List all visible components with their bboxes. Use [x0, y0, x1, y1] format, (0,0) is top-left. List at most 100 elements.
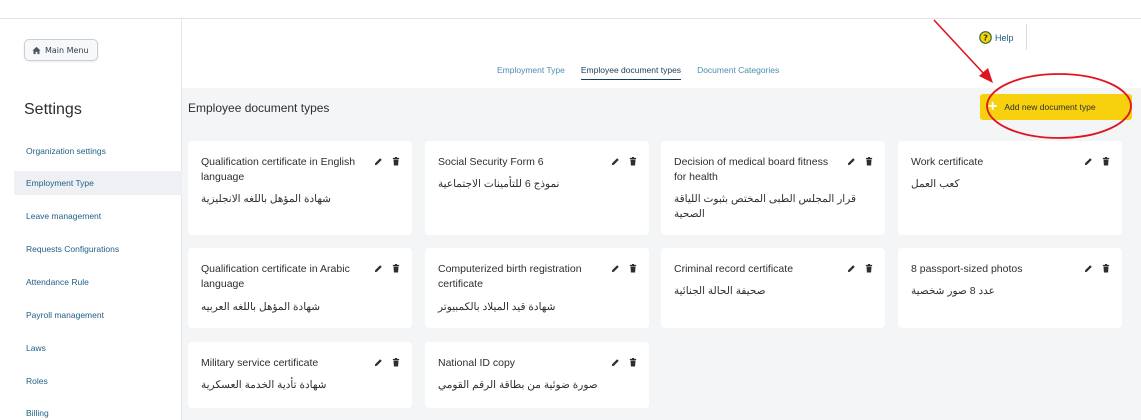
pencil-icon[interactable]: [611, 358, 620, 367]
help-link[interactable]: ? Help: [979, 31, 1014, 44]
trash-icon[interactable]: [392, 157, 400, 166]
pencil-icon[interactable]: [374, 157, 383, 166]
card-actions: [847, 264, 873, 273]
sidebar-item-label: Laws: [26, 343, 46, 353]
trash-icon[interactable]: [392, 264, 400, 273]
trash-icon[interactable]: [629, 264, 637, 273]
card-title-en: Qualification certificate in English lan…: [201, 156, 356, 183]
main-menu-button[interactable]: Main Menu: [24, 39, 98, 61]
app-root: Main Menu Settings Organization settings…: [0, 0, 1141, 420]
card-title-ar: عدد 8 صور شخصية: [911, 285, 995, 297]
header-divider: [1026, 24, 1027, 50]
svg-text:?: ?: [983, 33, 988, 43]
help-icon: ?: [979, 31, 992, 44]
card-title-ar: نموذج 6 للتأمينات الاجتماعية: [438, 178, 560, 190]
card-actions: [611, 264, 637, 273]
card-title-ar: شهادة المؤهل باللغه الانجليزية: [201, 193, 331, 205]
document-type-card: Work certificate كعب العمل: [898, 141, 1122, 235]
annotation-arrowhead: [979, 68, 993, 83]
sidebar-item-billing[interactable]: Billing: [14, 401, 182, 420]
sidebar-item-laws[interactable]: Laws: [14, 336, 182, 360]
card-title-ar: صورة ضوئية من بطاقة الرقم القومي: [438, 379, 598, 391]
pencil-icon[interactable]: [374, 264, 383, 273]
sidebar-item-label: Organization settings: [26, 146, 106, 156]
document-type-card: Qualification certificate in English lan…: [188, 141, 412, 235]
pencil-icon[interactable]: [847, 157, 856, 166]
add-button-label: Add new document type: [1004, 102, 1096, 112]
plus-icon: +: [988, 98, 998, 115]
card-title-ar: قرار المجلس الطبى المختص بثبوت اللياقة ا…: [674, 193, 857, 220]
card-title-en: Computerized birth registration certific…: [438, 263, 582, 290]
page-title: Employee document types: [188, 101, 330, 115]
pencil-icon[interactable]: [847, 264, 856, 273]
card-title-ar: شهادة قيد الميلاد بالكمبيوتر: [438, 301, 556, 313]
sidebar-item-label: Attendance Rule: [26, 277, 89, 287]
sidebar-item-label: Billing: [26, 408, 49, 418]
card-title-en: Decision of medical board fitness for he…: [674, 156, 829, 183]
sidebar-item-employment-type[interactable]: Employment Type: [14, 171, 182, 195]
pencil-icon[interactable]: [1084, 264, 1093, 273]
main-content: Employee document types + Add new docume…: [182, 88, 1141, 420]
card-actions: [1084, 264, 1110, 273]
trash-icon[interactable]: [1102, 157, 1110, 166]
document-type-card: Computerized birth registration certific…: [425, 248, 649, 328]
sidebar: Main Menu Settings Organization settings…: [0, 19, 182, 420]
settings-title: Settings: [24, 101, 82, 118]
card-title-ar: كعب العمل: [911, 178, 960, 190]
home-icon: [32, 46, 41, 54]
add-document-type-button[interactable]: + Add new document type: [980, 94, 1132, 120]
trash-icon[interactable]: [865, 157, 873, 166]
document-type-card: Military service certificate شهادة تأدية…: [188, 342, 412, 408]
tab-employee-document-types[interactable]: Employee document types: [580, 65, 682, 80]
card-title-en: 8 passport-sized photos: [911, 263, 1023, 275]
card-title-en: Social Security Form 6: [438, 156, 544, 168]
help-label: Help: [995, 32, 1014, 43]
trash-icon[interactable]: [629, 358, 637, 367]
sidebar-item-leave-management[interactable]: Leave management: [14, 204, 182, 228]
sidebar-item-organization-settings[interactable]: Organization settings: [14, 139, 182, 163]
sidebar-item-label: Requests Configurations: [26, 244, 120, 254]
sidebar-item-label: Roles: [26, 376, 48, 386]
tab-bar: Employment Type Employee document types …: [497, 65, 795, 80]
trash-icon[interactable]: [392, 358, 400, 367]
main-menu-label: Main Menu: [45, 45, 89, 55]
tab-employment-type[interactable]: Employment Type: [497, 65, 565, 80]
trash-icon[interactable]: [629, 157, 637, 166]
trash-icon[interactable]: [1102, 264, 1110, 273]
card-title-en: Qualification certificate in Arabic lang…: [201, 263, 350, 290]
document-type-card: Criminal record certificate صحيفة الحالة…: [661, 248, 885, 328]
tab-document-categories[interactable]: Document Categories: [697, 65, 779, 80]
card-title-en: Work certificate: [911, 156, 984, 168]
document-type-card: Social Security Form 6 نموذج 6 للتأمينات…: [425, 141, 649, 235]
annotation-arrow-line: [933, 19, 986, 76]
card-title-en: Criminal record certificate: [674, 263, 794, 275]
sidebar-item-label: Leave management: [26, 211, 102, 221]
sidebar-item-attendance-rule[interactable]: Attendance Rule: [14, 270, 182, 294]
card-title-ar: صحيفة الحالة الجنائية: [674, 285, 766, 297]
document-type-card: National ID copy صورة ضوئية من بطاقة الر…: [425, 342, 649, 408]
card-title-ar: شهادة تأدية الخدمة العسكرية: [201, 379, 327, 391]
card-actions: [374, 157, 400, 166]
card-title-en: National ID copy: [438, 357, 516, 369]
card-title-en: Military service certificate: [201, 357, 319, 369]
pencil-icon[interactable]: [611, 157, 620, 166]
pencil-icon[interactable]: [374, 358, 383, 367]
pencil-icon[interactable]: [611, 264, 620, 273]
document-type-card: Decision of medical board fitness for he…: [661, 141, 885, 235]
sidebar-item-label: Employment Type: [26, 178, 94, 188]
pencil-icon[interactable]: [1084, 157, 1093, 166]
card-actions: [374, 358, 400, 367]
card-actions: [611, 358, 637, 367]
card-actions: [847, 157, 873, 166]
sidebar-item-roles[interactable]: Roles: [14, 369, 182, 393]
document-type-card: Qualification certificate in Arabic lang…: [188, 248, 412, 328]
sidebar-item-requests-configurations[interactable]: Requests Configurations: [14, 237, 182, 261]
sidebar-item-payroll-management[interactable]: Payroll management: [14, 303, 182, 327]
card-actions: [1084, 157, 1110, 166]
card-actions: [611, 157, 637, 166]
document-type-card: 8 passport-sized photos عدد 8 صور شخصية: [898, 248, 1122, 328]
card-title-ar: شهادة المؤهل باللغه العربيه: [201, 301, 321, 313]
trash-icon[interactable]: [865, 264, 873, 273]
sidebar-item-label: Payroll management: [26, 310, 104, 320]
card-actions: [374, 264, 400, 273]
